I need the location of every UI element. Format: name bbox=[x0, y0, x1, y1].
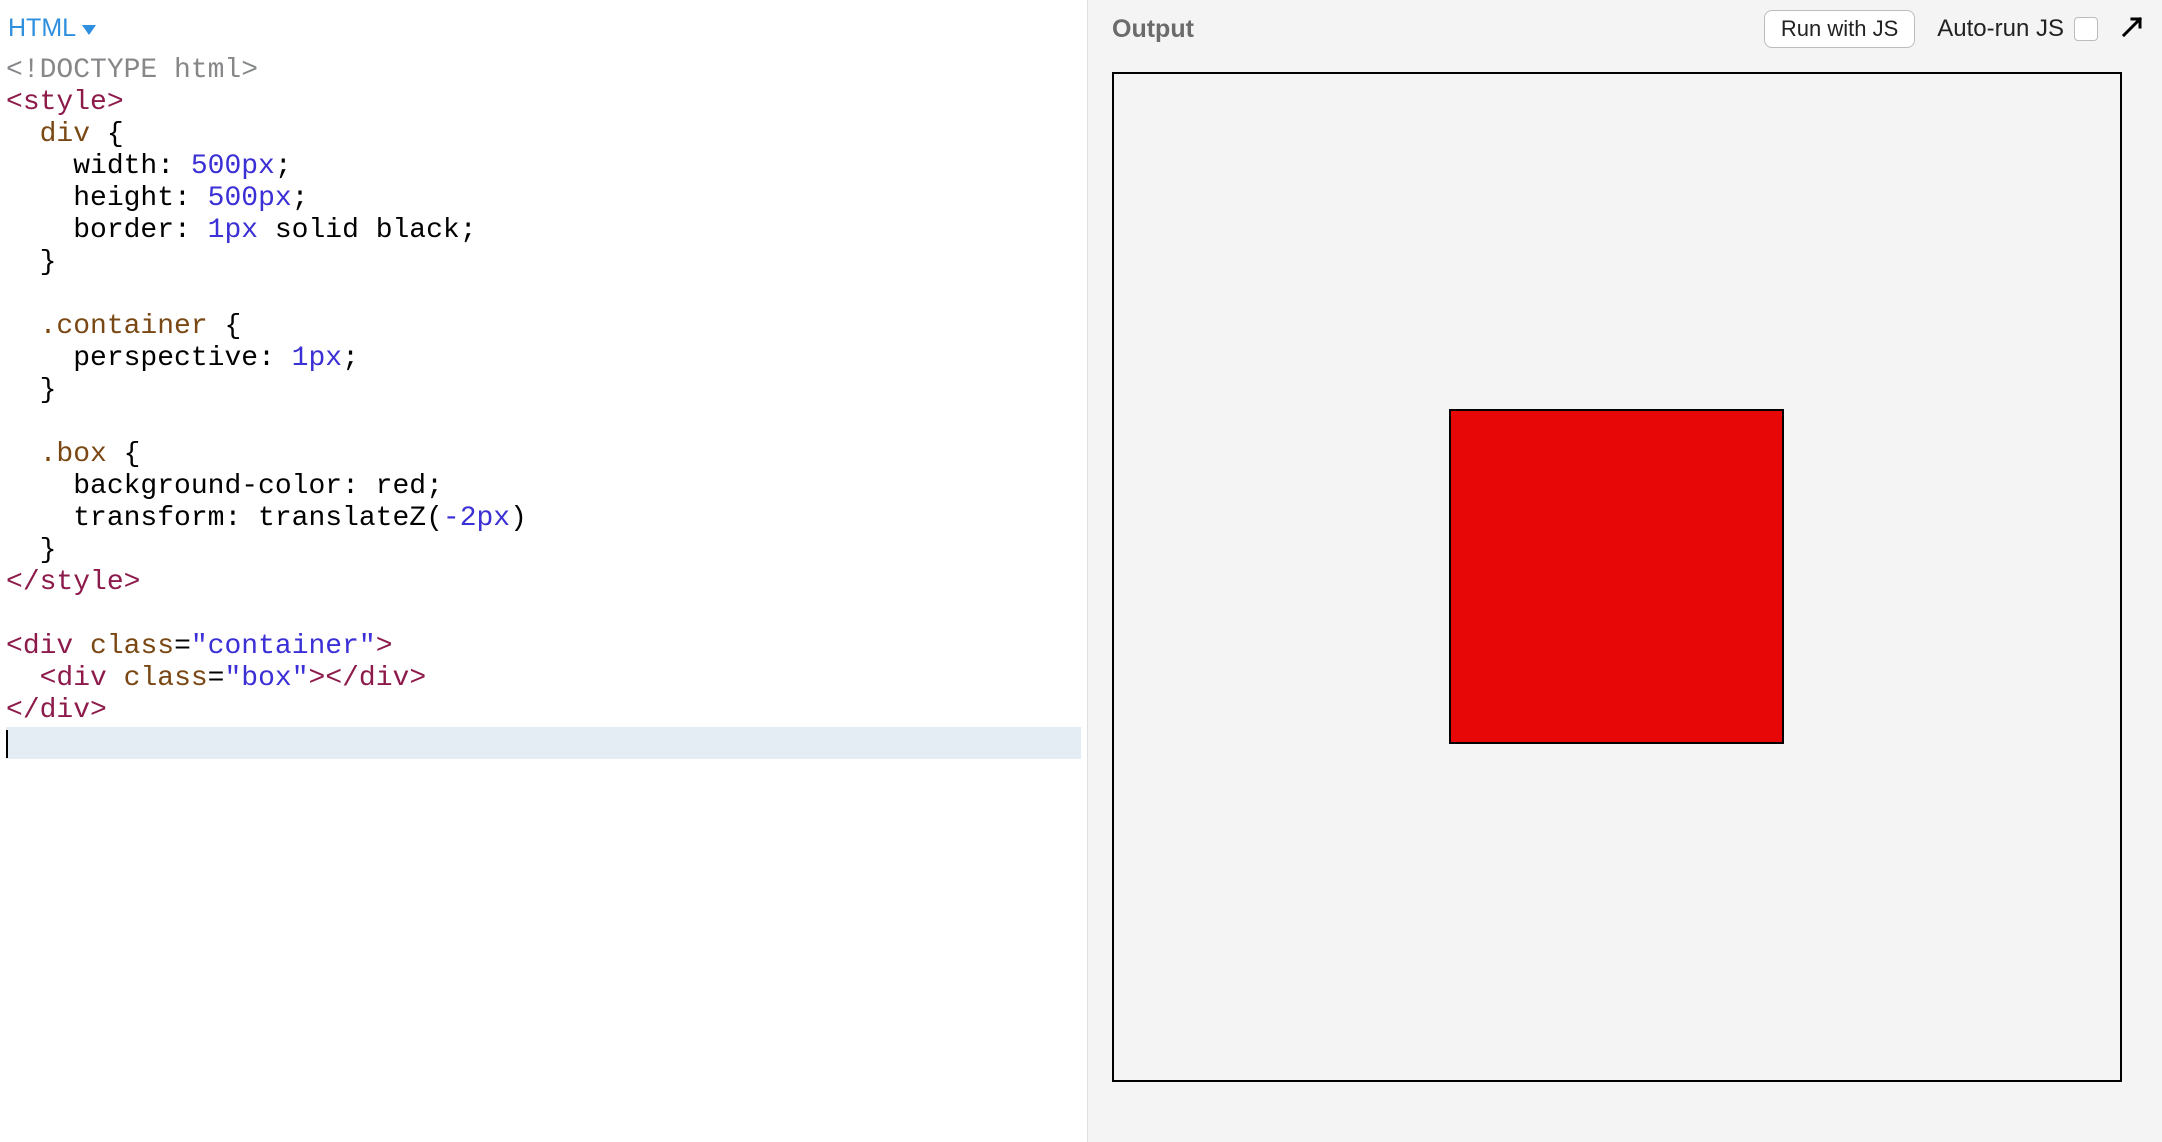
code-line[interactable]: <style> bbox=[6, 87, 1081, 119]
code-line[interactable]: } bbox=[6, 375, 1081, 407]
cursor-line[interactable] bbox=[6, 727, 1081, 759]
code-line[interactable]: </div> bbox=[6, 695, 1081, 727]
autorun-checkbox[interactable] bbox=[2074, 17, 2098, 41]
code-line[interactable]: background-color: red; bbox=[6, 471, 1081, 503]
code-line[interactable]: <!DOCTYPE html> bbox=[6, 55, 1081, 87]
output-body bbox=[1088, 58, 2162, 1142]
code-editor[interactable]: <!DOCTYPE html><style> div { width: 500p… bbox=[0, 53, 1087, 1142]
code-line[interactable] bbox=[6, 279, 1081, 311]
code-line[interactable]: div { bbox=[6, 119, 1081, 151]
code-line[interactable] bbox=[6, 599, 1081, 631]
preview-container bbox=[1112, 72, 2122, 1082]
editor-pane: HTML <!DOCTYPE html><style> div { width:… bbox=[0, 0, 1088, 1142]
code-line[interactable]: width: 500px; bbox=[6, 151, 1081, 183]
popout-icon[interactable] bbox=[2120, 15, 2144, 44]
code-line[interactable]: <div class="container"> bbox=[6, 631, 1081, 663]
autorun-label: Auto-run JS bbox=[1937, 15, 2064, 43]
code-line[interactable]: height: 500px; bbox=[6, 183, 1081, 215]
preview-box bbox=[1449, 409, 1784, 744]
cursor-caret bbox=[6, 730, 8, 758]
language-dropdown[interactable]: HTML bbox=[8, 14, 96, 43]
code-line[interactable]: } bbox=[6, 535, 1081, 567]
output-title: Output bbox=[1112, 15, 1764, 44]
code-line[interactable]: border: 1px solid black; bbox=[6, 215, 1081, 247]
run-button[interactable]: Run with JS bbox=[1764, 10, 1915, 48]
code-line[interactable]: transform: translateZ(-2px) bbox=[6, 503, 1081, 535]
code-line[interactable]: <div class="box"></div> bbox=[6, 663, 1081, 695]
code-line[interactable]: perspective: 1px; bbox=[6, 343, 1081, 375]
code-line[interactable]: </style> bbox=[6, 567, 1081, 599]
code-line[interactable] bbox=[6, 407, 1081, 439]
code-line[interactable]: .box { bbox=[6, 439, 1081, 471]
chevron-down-icon bbox=[82, 25, 96, 35]
output-header: Output Run with JS Auto-run JS bbox=[1088, 0, 2162, 58]
autorun-toggle[interactable]: Auto-run JS bbox=[1937, 15, 2098, 43]
code-line[interactable]: .container { bbox=[6, 311, 1081, 343]
output-pane: Output Run with JS Auto-run JS bbox=[1088, 0, 2162, 1142]
code-line[interactable]: } bbox=[6, 247, 1081, 279]
language-dropdown-wrap: HTML bbox=[0, 0, 1087, 53]
language-label: HTML bbox=[8, 14, 76, 43]
